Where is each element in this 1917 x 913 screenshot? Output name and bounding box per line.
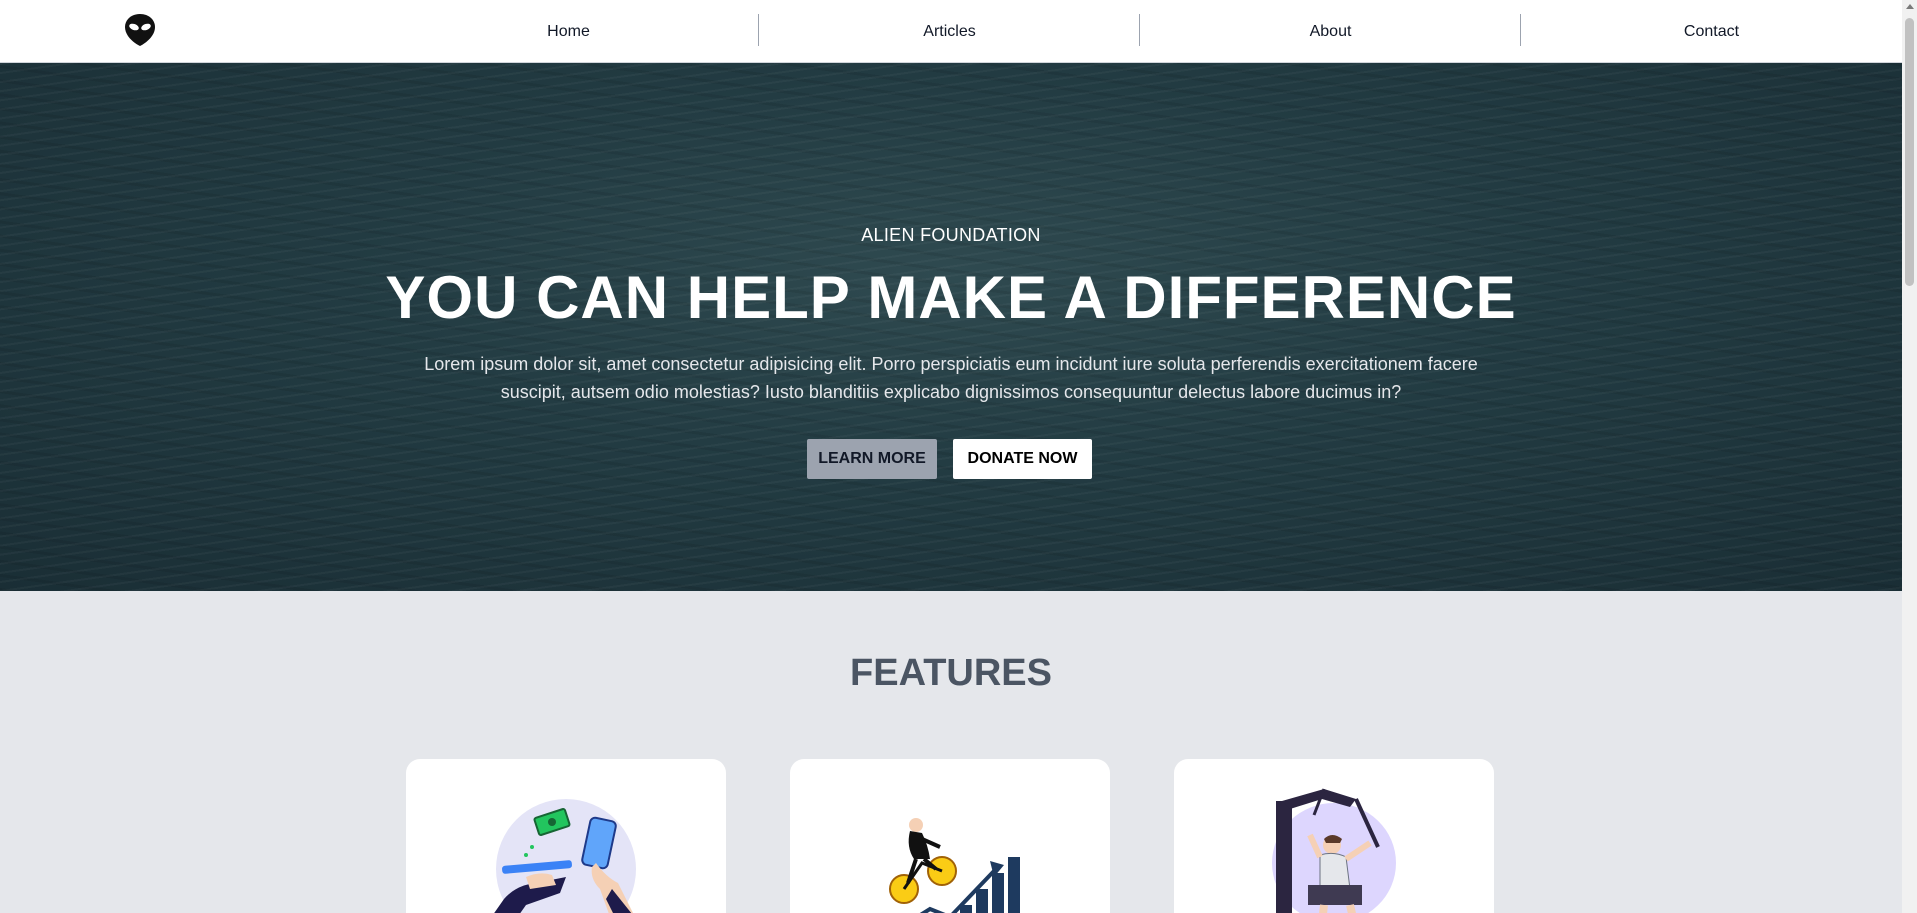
gym-workout-illustration [1272, 788, 1396, 913]
features-title: FEATURES [850, 652, 1052, 694]
nav-item-label: About [1309, 22, 1352, 40]
feature-card[interactable] [790, 759, 1110, 913]
nav-item-label: Contact [1683, 22, 1740, 40]
nav-links: Home Articles About Contact [378, 0, 1902, 63]
scrollbar-thumb[interactable] [1905, 18, 1914, 286]
nav-item-articles[interactable]: Articles [759, 0, 1140, 63]
hero-eyebrow: ALIEN FOUNDATION [861, 225, 1041, 245]
learn-more-button[interactable]: LEARN MORE [807, 439, 937, 479]
nav-item-label: Home [547, 22, 590, 40]
nav-item-about[interactable]: About [1140, 0, 1521, 63]
alien-head-icon[interactable] [124, 13, 156, 47]
nav-item-home[interactable]: Home [378, 0, 759, 63]
feature-card[interactable] [406, 759, 726, 913]
navbar: Home Articles About Contact [0, 0, 1902, 63]
hero-description: Lorem ipsum dolor sit, amet consectetur … [424, 354, 1478, 402]
nav-item-contact[interactable]: Contact [1521, 0, 1902, 63]
donate-now-button[interactable]: DONATE NOW [953, 439, 1092, 479]
scroll-up-arrow-icon[interactable] [1906, 4, 1914, 9]
nav-item-label: Articles [923, 22, 976, 40]
page-scrollbar[interactable] [1902, 0, 1917, 913]
feature-card[interactable] [1174, 759, 1494, 913]
hero-title: YOU CAN HELP MAKE A DIFFERENCE [385, 264, 1517, 331]
mobile-payment-illustration [494, 799, 636, 913]
hero-section: ALIEN FOUNDATION YOU CAN HELP MAKE A DIF… [0, 63, 1902, 591]
cyclist-growth-chart-illustration [889, 818, 1020, 913]
